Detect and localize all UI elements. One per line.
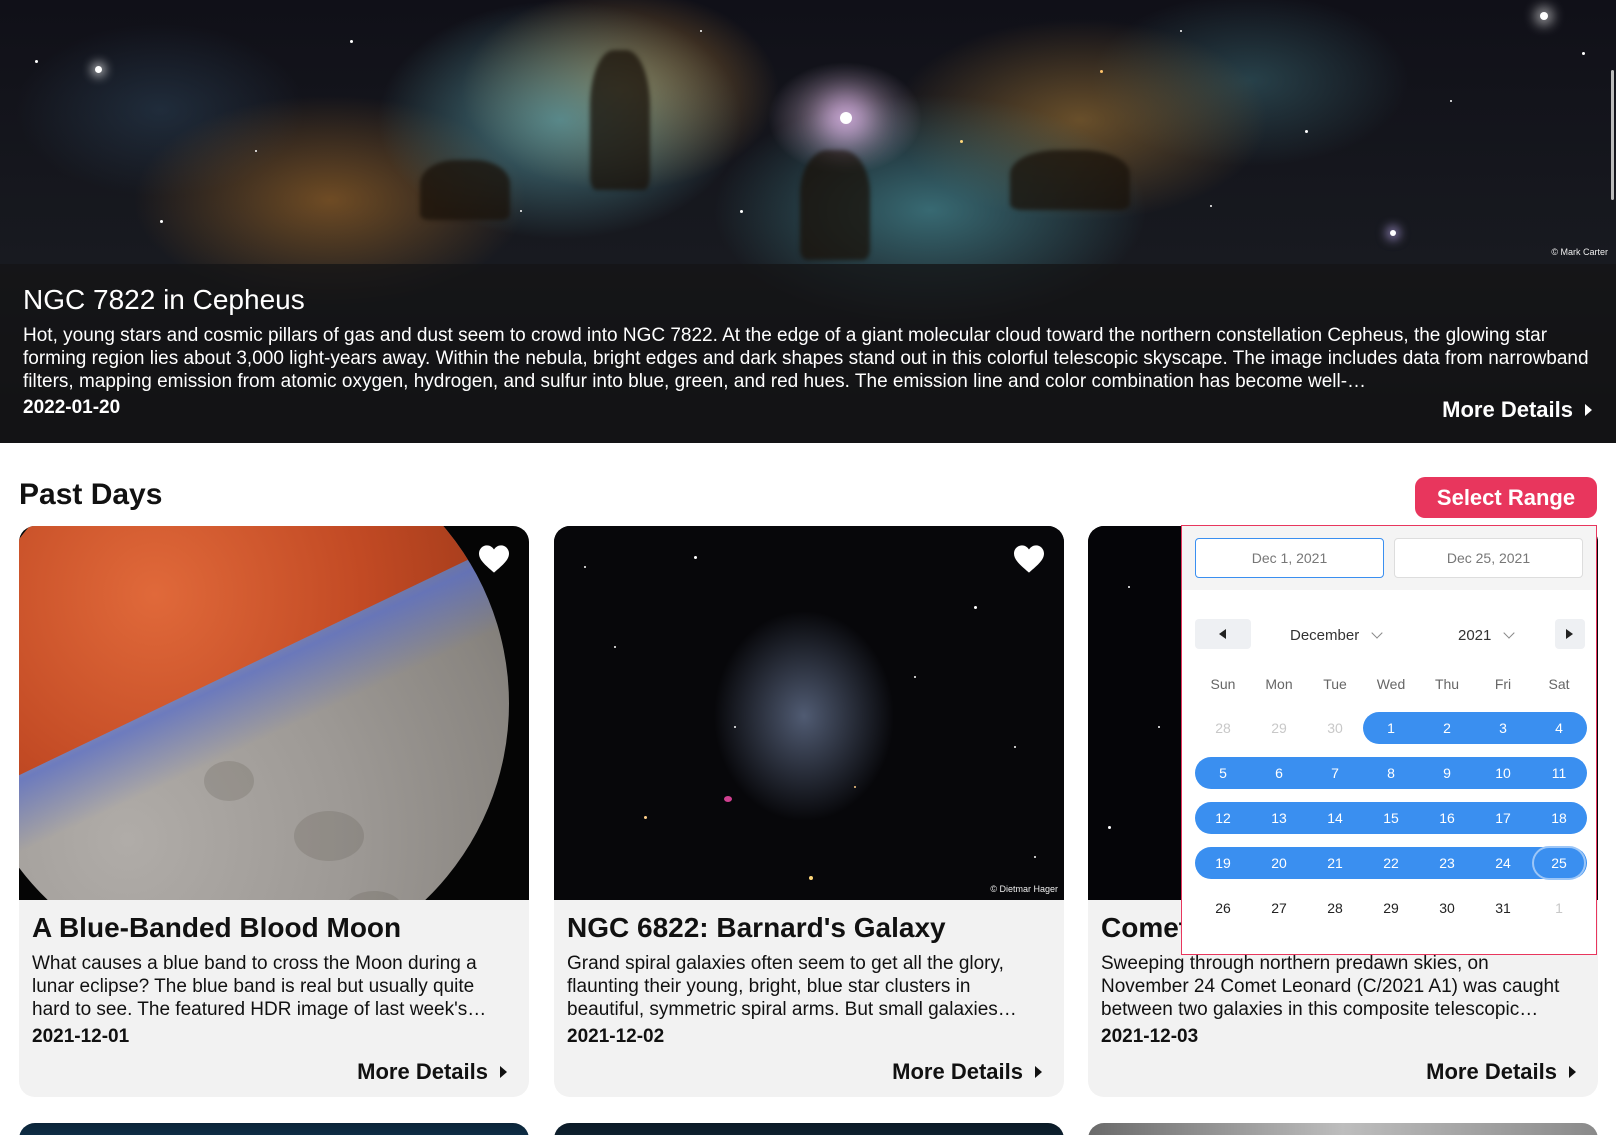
calendar-day[interactable]: 30: [1419, 892, 1475, 924]
date-range-inputs: [1182, 526, 1596, 590]
card-image-credit: © Dietmar Hager: [990, 884, 1058, 894]
calendar-day[interactable]: 3: [1475, 712, 1531, 744]
chevron-down-icon: [1503, 627, 1516, 639]
calendar-day[interactable]: 30: [1307, 712, 1363, 744]
weekday-label: Wed: [1376, 676, 1406, 692]
card-date: 2021-12-02: [567, 1026, 665, 1047]
weekday-label: Sun: [1210, 676, 1236, 692]
card-more-details-label: More Details: [357, 1059, 488, 1084]
calendar-day[interactable]: 6: [1251, 757, 1307, 789]
apod-card[interactable]: [19, 1123, 529, 1135]
calendar-day[interactable]: 12: [1195, 802, 1251, 834]
calendar-day[interactable]: 9: [1419, 757, 1475, 789]
caret-right-icon: [500, 1066, 507, 1078]
chevron-down-icon: [1371, 627, 1383, 639]
calendar-day[interactable]: 1: [1363, 712, 1419, 744]
section-title: Past Days: [19, 478, 163, 511]
calendar-day[interactable]: 25: [1531, 847, 1587, 879]
hero-description: Hot, young stars and cosmic pillars of g…: [23, 325, 1589, 392]
caret-right-icon: [1569, 1066, 1576, 1078]
calendar-day[interactable]: 23: [1419, 847, 1475, 879]
calendar-day[interactable]: 20: [1251, 847, 1307, 879]
calendar-day[interactable]: 10: [1475, 757, 1531, 789]
calendar-day[interactable]: 1: [1531, 892, 1587, 924]
calendar-day[interactable]: 26: [1195, 892, 1251, 924]
calendar-day[interactable]: 24: [1475, 847, 1531, 879]
card-more-details-link[interactable]: More Details: [1426, 1059, 1576, 1085]
calendar-day[interactable]: 19: [1195, 847, 1251, 879]
card-title: A Blue-Banded Blood Moon: [32, 912, 402, 943]
apod-card[interactable]: [1088, 1123, 1598, 1135]
weekday-label: Thu: [1434, 676, 1460, 692]
year-select[interactable]: 2021: [1458, 620, 1516, 650]
calendar-day[interactable]: 18: [1531, 802, 1587, 834]
next-month-button[interactable]: [1555, 619, 1585, 649]
calendar-day[interactable]: 29: [1363, 892, 1419, 924]
calendar-day[interactable]: 5: [1195, 757, 1251, 789]
caret-right-icon: [1566, 629, 1573, 639]
calendar-day[interactable]: 28: [1195, 712, 1251, 744]
card-description: Sweeping through northern predawn skies,…: [1101, 953, 1560, 1020]
page-scrollbar[interactable]: [1611, 70, 1614, 200]
calendar-day[interactable]: 22: [1363, 847, 1419, 879]
calendar-day[interactable]: 7: [1307, 757, 1363, 789]
card-date: 2021-12-01: [32, 1026, 130, 1047]
hero-date: 2022-01-20: [23, 397, 121, 418]
weekday-label: Mon: [1265, 676, 1293, 692]
weekday-label: Sat: [1548, 676, 1570, 692]
prev-month-button[interactable]: [1195, 619, 1251, 649]
calendar-day[interactable]: 31: [1475, 892, 1531, 924]
calendar-day[interactable]: 8: [1363, 757, 1419, 789]
caret-left-icon: [1219, 629, 1226, 639]
calendar-day[interactable]: 2: [1419, 712, 1475, 744]
card-more-details-label: More Details: [1426, 1059, 1557, 1084]
card-description: Grand spiral galaxies often seem to get …: [567, 953, 1017, 1020]
apod-card[interactable]: A Blue-Banded Blood Moon What causes a b…: [19, 526, 529, 1097]
card-title: NGC 6822: Barnard's Galaxy: [567, 912, 946, 943]
hero-more-details-label: More Details: [1442, 397, 1573, 422]
heart-icon[interactable]: [477, 544, 511, 574]
galaxy-image: [554, 526, 1064, 900]
apod-card[interactable]: © Dietmar Hager NGC 6822: Barnard's Gala…: [554, 526, 1064, 1097]
date-range-picker: December 2021 Sun Mon Tue Wed Thu Fri Sa…: [1181, 525, 1597, 955]
calendar-day[interactable]: 14: [1307, 802, 1363, 834]
calendar-day[interactable]: 11: [1531, 757, 1587, 789]
calendar-day[interactable]: 27: [1251, 892, 1307, 924]
caret-right-icon: [1035, 1066, 1042, 1078]
card-more-details-link[interactable]: More Details: [357, 1059, 507, 1085]
month-select-value: December: [1290, 626, 1360, 644]
card-more-details-link[interactable]: More Details: [892, 1059, 1042, 1085]
calendar-day[interactable]: 4: [1531, 712, 1587, 744]
year-select-value: 2021: [1458, 626, 1492, 644]
caret-right-icon: [1585, 404, 1592, 416]
hero-more-details-link[interactable]: More Details: [1442, 397, 1592, 423]
hero-image-credit: © Mark Carter: [1551, 247, 1608, 257]
moon-image: [19, 526, 509, 900]
calendar-day[interactable]: 28: [1307, 892, 1363, 924]
select-range-button[interactable]: Select Range: [1415, 477, 1597, 518]
card-image[interactable]: [19, 526, 529, 900]
calendar-day[interactable]: 17: [1475, 802, 1531, 834]
hero-banner: © Mark Carter NGC 7822 in Cepheus Hot, y…: [0, 0, 1616, 443]
card-description: What causes a blue band to cross the Moo…: [32, 953, 487, 1020]
weekday-label: Tue: [1323, 676, 1347, 692]
card-date: 2021-12-03: [1101, 1026, 1199, 1047]
calendar-day[interactable]: 13: [1251, 802, 1307, 834]
card-more-details-label: More Details: [892, 1059, 1023, 1084]
heart-icon[interactable]: [1012, 544, 1046, 574]
weekday-label: Fri: [1494, 676, 1512, 692]
end-date-input[interactable]: [1394, 538, 1583, 578]
calendar-day[interactable]: 21: [1307, 847, 1363, 879]
apod-card[interactable]: [554, 1123, 1064, 1135]
calendar-day[interactable]: 15: [1363, 802, 1419, 834]
calendar-day[interactable]: 29: [1251, 712, 1307, 744]
hero-title: NGC 7822 in Cepheus: [23, 284, 305, 315]
month-select[interactable]: December: [1290, 620, 1383, 650]
start-date-input[interactable]: [1195, 538, 1384, 578]
card-image[interactable]: © Dietmar Hager: [554, 526, 1064, 900]
calendar-day[interactable]: 16: [1419, 802, 1475, 834]
